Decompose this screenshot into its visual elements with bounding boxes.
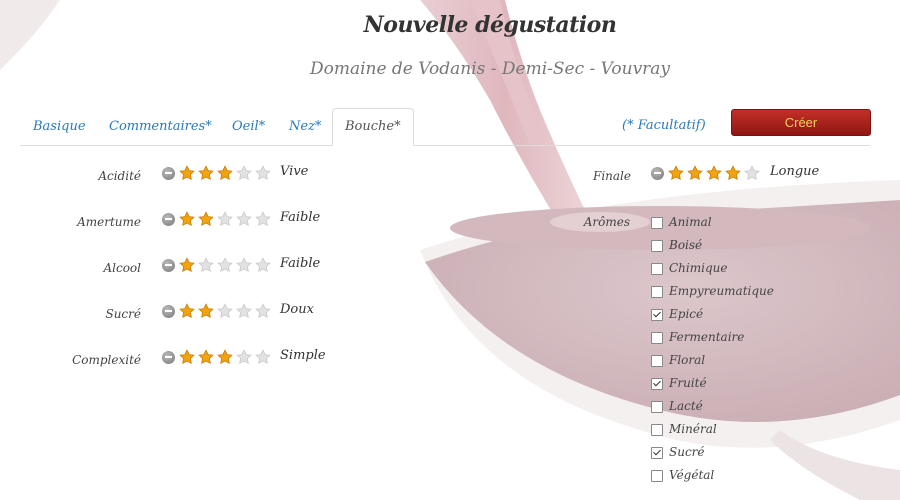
remove-circle-icon[interactable] <box>162 212 175 226</box>
star-filled-icon[interactable] <box>198 349 214 365</box>
arome-item[interactable]: Boisé <box>651 238 774 261</box>
star-empty-icon[interactable] <box>236 257 252 273</box>
arome-item[interactable]: Fermentaire <box>651 330 774 353</box>
star-filled-icon[interactable] <box>179 257 195 273</box>
arome-label: Floral <box>669 353 706 367</box>
rating-label: Finale <box>593 169 631 183</box>
page-subtitle: Domaine de Vodanis - Demi-Sec - Vouvray <box>309 59 671 79</box>
rating-label: Amertume <box>77 215 141 229</box>
arome-item[interactable]: Animal <box>651 215 774 238</box>
star-empty-icon[interactable] <box>236 303 252 319</box>
remove-circle-icon[interactable] <box>162 350 175 364</box>
arome-item[interactable]: Fruité <box>651 376 774 399</box>
arome-item[interactable]: Minéral <box>651 422 774 445</box>
page-title: Nouvelle dégustation <box>363 12 617 38</box>
arome-label: Fruité <box>669 376 707 390</box>
rating-label: Complexité <box>72 353 141 367</box>
rating-complexite: Complexité <box>0 353 141 373</box>
tab-commentaires[interactable]: Commentaires* <box>109 109 212 144</box>
star-empty-icon[interactable] <box>255 257 271 273</box>
star-rating-alcool[interactable] <box>162 256 274 274</box>
rating-value: Doux <box>280 302 314 317</box>
arome-label: Chimique <box>669 261 728 275</box>
star-empty-icon[interactable] <box>744 165 760 181</box>
arome-item[interactable]: Lacté <box>651 399 774 422</box>
star-filled-icon[interactable] <box>217 349 233 365</box>
arome-checkbox[interactable] <box>651 424 663 436</box>
star-rating-finale[interactable] <box>651 164 763 182</box>
aromes-checklist: Animal Boisé Chimique Empyreumatique Epicé Fe… <box>651 215 774 491</box>
star-filled-icon[interactable] <box>198 211 214 227</box>
arome-label: Minéral <box>669 422 717 436</box>
arome-item[interactable]: Floral <box>651 353 774 376</box>
create-button[interactable]: Créer <box>731 109 871 136</box>
tab-oeil[interactable]: Oeil* <box>232 109 265 144</box>
arome-item[interactable]: Epicé <box>651 307 774 330</box>
arome-item[interactable]: Sucré <box>651 445 774 468</box>
star-empty-icon[interactable] <box>255 349 271 365</box>
star-filled-icon[interactable] <box>668 165 684 181</box>
star-rating-amertume[interactable] <box>162 210 274 228</box>
rating-alcool: Alcool <box>0 261 141 281</box>
arome-label: Sucré <box>669 445 705 459</box>
arome-checkbox[interactable] <box>651 355 663 367</box>
arome-label: Animal <box>669 215 712 229</box>
star-filled-icon[interactable] <box>725 165 741 181</box>
remove-circle-icon[interactable] <box>651 166 664 180</box>
star-empty-icon[interactable] <box>236 211 252 227</box>
arome-checkbox[interactable] <box>651 286 663 298</box>
arome-label: Epicé <box>669 307 704 321</box>
rating-amertume: Amertume <box>0 215 141 235</box>
tab-basique[interactable]: Basique <box>33 109 86 144</box>
arome-checkbox[interactable] <box>651 309 663 321</box>
arome-item[interactable]: Chimique <box>651 261 774 284</box>
arome-item[interactable]: Empyreumatique <box>651 284 774 307</box>
star-filled-icon[interactable] <box>198 303 214 319</box>
rating-label: Sucré <box>105 307 141 321</box>
arome-checkbox[interactable] <box>651 401 663 413</box>
rating-value: Simple <box>280 348 326 363</box>
arome-checkbox[interactable] <box>651 263 663 275</box>
star-filled-icon[interactable] <box>179 303 195 319</box>
arome-checkbox[interactable] <box>651 470 663 482</box>
arome-checkbox[interactable] <box>651 240 663 252</box>
arome-checkbox[interactable] <box>651 332 663 344</box>
arome-checkbox[interactable] <box>651 378 663 390</box>
rating-label: Alcool <box>103 261 141 275</box>
arome-item[interactable]: Végétal <box>651 468 774 491</box>
rating-value: Faible <box>280 210 321 225</box>
arome-label: Végétal <box>669 468 715 482</box>
optional-note: (* Facultatif) <box>622 118 706 133</box>
rating-finale: Finale <box>0 169 631 189</box>
star-empty-icon[interactable] <box>217 303 233 319</box>
remove-circle-icon[interactable] <box>162 258 175 272</box>
arome-checkbox[interactable] <box>651 447 663 459</box>
tab-bouche[interactable]: Bouche* <box>332 108 414 146</box>
remove-circle-icon[interactable] <box>162 304 175 318</box>
star-empty-icon[interactable] <box>217 211 233 227</box>
arome-label: Lacté <box>669 399 703 413</box>
arome-label: Fermentaire <box>669 330 745 344</box>
star-filled-icon[interactable] <box>687 165 703 181</box>
star-rating-complexite[interactable] <box>162 348 274 366</box>
arome-label: Boisé <box>669 238 703 252</box>
star-empty-icon[interactable] <box>217 257 233 273</box>
rating-value: Faible <box>280 256 321 271</box>
star-empty-icon[interactable] <box>198 257 214 273</box>
aromes-label: Arômes <box>583 215 630 229</box>
tab-nez[interactable]: Nez* <box>289 109 321 144</box>
rating-value: Longue <box>770 164 820 179</box>
star-empty-icon[interactable] <box>255 211 271 227</box>
star-rating-sucre[interactable] <box>162 302 274 320</box>
star-filled-icon[interactable] <box>179 211 195 227</box>
star-empty-icon[interactable] <box>255 303 271 319</box>
arome-checkbox[interactable] <box>651 217 663 229</box>
star-filled-icon[interactable] <box>706 165 722 181</box>
star-filled-icon[interactable] <box>179 349 195 365</box>
rating-sucre: Sucré <box>0 307 141 327</box>
arome-label: Empyreumatique <box>669 284 774 298</box>
star-empty-icon[interactable] <box>236 349 252 365</box>
